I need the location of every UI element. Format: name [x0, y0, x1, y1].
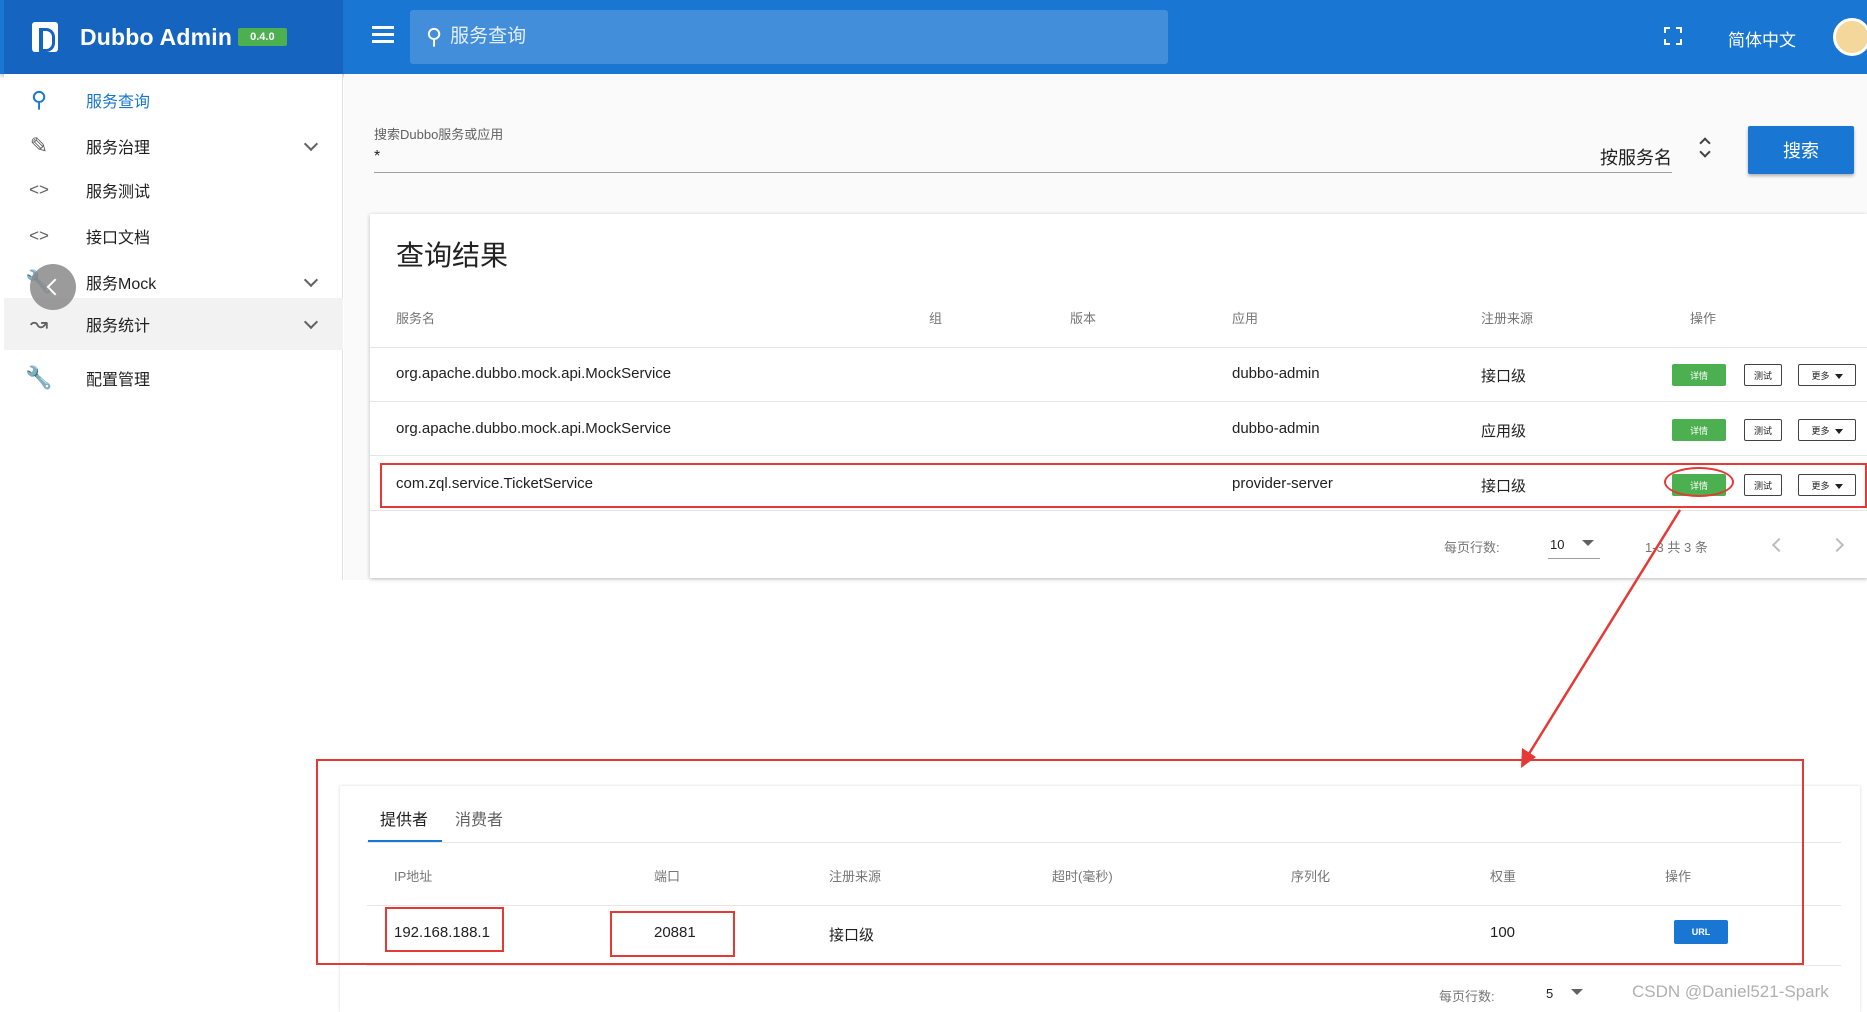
rows-per-page-select[interactable]: 5 [1546, 986, 1553, 1001]
annotation-highlight-ip [385, 907, 504, 952]
annotation-highlight-providers [316, 759, 1804, 965]
annotation-highlight-port [610, 911, 735, 957]
caret-down-icon[interactable] [1571, 989, 1583, 995]
watermark: CSDN @Daniel521-Spark [1632, 982, 1829, 1001]
rows-per-page-label: 每页行数: [1439, 989, 1495, 1004]
